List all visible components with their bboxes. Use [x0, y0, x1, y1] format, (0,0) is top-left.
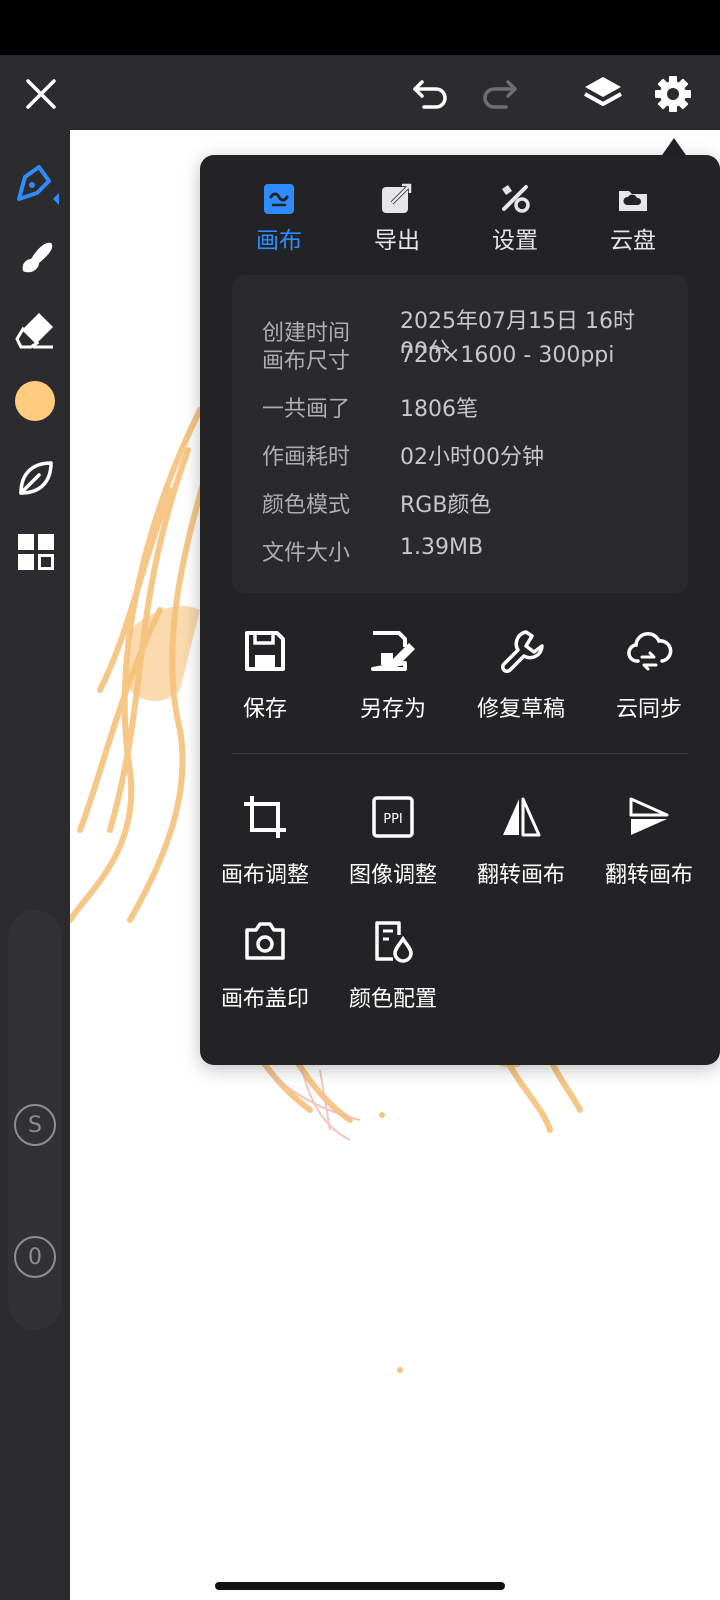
- layers-icon[interactable]: [580, 71, 626, 117]
- eraser-icon[interactable]: [12, 306, 60, 354]
- ppi-icon: PPI: [372, 796, 414, 838]
- info-value: 720×1600 - 300ppi: [400, 343, 615, 368]
- tab-settings[interactable]: 设置: [455, 173, 575, 263]
- action-label: 云同步: [615, 697, 682, 722]
- tab-cloud-drive[interactable]: 云盘: [573, 173, 693, 263]
- action-label: 翻转画布: [476, 863, 565, 888]
- flip-vertical-button[interactable]: 翻转画布: [584, 791, 714, 901]
- info-row-strokes: 一共画了 1806笔: [232, 391, 688, 431]
- repair-draft-button[interactable]: 修复草稿: [456, 625, 586, 735]
- cloud-sync-button[interactable]: 云同步: [584, 625, 714, 735]
- tab-canvas[interactable]: 画布: [219, 173, 339, 263]
- smudge-brush-icon[interactable]: [12, 232, 60, 280]
- tab-export[interactable]: 导出: [337, 173, 457, 263]
- undo-icon[interactable]: [410, 73, 452, 115]
- image-adjust-button[interactable]: PPI 图像调整: [328, 791, 458, 901]
- save-icon: [245, 631, 285, 671]
- tab-label: 导出: [374, 228, 420, 254]
- export-icon: [382, 183, 412, 213]
- svg-text:PPI: PPI: [383, 812, 403, 827]
- tab-label: 设置: [492, 228, 538, 254]
- save-button[interactable]: 保存: [200, 625, 330, 735]
- info-value: RGB颜色: [400, 493, 492, 518]
- info-row-created: 创建时间 2025年07月15日 16时00分: [232, 297, 688, 353]
- info-value: 1.39MB: [400, 535, 484, 560]
- canvas-info-panel: 画布 导出 设置 云盘 创建时间 2025年07月15日 16时00分 画布尺寸…: [200, 155, 720, 1065]
- save-as-icon: [371, 631, 415, 671]
- pen-tool-icon[interactable]: [12, 158, 60, 206]
- section-divider: [232, 753, 688, 754]
- crop-icon: [244, 796, 286, 838]
- opacity-indicator: 0: [14, 1236, 56, 1278]
- left-toolbar: S 0: [0, 130, 70, 1600]
- color-config-icon: [375, 921, 413, 963]
- info-key: 颜色模式: [262, 493, 351, 518]
- settings-tools-icon: [502, 185, 530, 213]
- tab-label: 画布: [256, 228, 302, 254]
- opacity-slider[interactable]: 0: [8, 1186, 62, 1306]
- action-label: 修复草稿: [476, 697, 565, 722]
- action-label: 画布盖印: [220, 987, 309, 1012]
- canvas-stamp-button[interactable]: 画布盖印: [200, 915, 330, 1025]
- action-label: 翻转画布: [604, 863, 693, 888]
- color-swatch[interactable]: [14, 380, 56, 422]
- info-row-color-mode: 颜色模式 RGB颜色: [232, 487, 688, 527]
- color-config-button[interactable]: 颜色配置: [328, 915, 458, 1025]
- cloud-sync-icon: [627, 632, 673, 671]
- info-value: 02小时00分钟: [400, 445, 544, 470]
- action-label: 画布调整: [220, 863, 309, 888]
- cloud-drive-icon: [619, 191, 647, 211]
- camera-icon: [245, 922, 285, 960]
- save-as-button[interactable]: 另存为: [328, 625, 458, 735]
- status-bar: [0, 0, 720, 55]
- top-toolbar: [0, 55, 720, 130]
- action-label: 图像调整: [348, 863, 437, 888]
- repair-wrench-icon: [501, 630, 544, 673]
- redo-icon[interactable]: [478, 73, 520, 115]
- info-value: 1806笔: [400, 397, 478, 422]
- tab-label: 云盘: [610, 228, 656, 254]
- action-label: 另存为: [359, 697, 426, 722]
- home-indicator[interactable]: [215, 1582, 505, 1590]
- canvas-icon: [264, 184, 294, 214]
- info-row-time: 作画耗时 02小时00分钟: [232, 439, 688, 479]
- canvas-adjust-button[interactable]: 画布调整: [200, 791, 330, 901]
- info-key: 画布尺寸: [262, 349, 351, 374]
- action-label: 颜色配置: [348, 987, 437, 1012]
- leaf-icon[interactable]: [12, 454, 60, 502]
- settings-gear-icon[interactable]: [650, 71, 696, 117]
- flip-vertical-icon: [629, 797, 669, 835]
- panel-tabs: 画布 导出 设置 云盘: [200, 155, 720, 275]
- info-key: 文件大小: [262, 541, 351, 566]
- close-icon[interactable]: [20, 73, 62, 115]
- info-row-size: 画布尺寸 720×1600 - 300ppi: [232, 343, 688, 383]
- info-key: 一共画了: [262, 397, 351, 422]
- canvas-info-card: 创建时间 2025年07月15日 16时00分 画布尺寸 720×1600 - …: [232, 275, 688, 593]
- flip-horizontal-icon: [503, 797, 541, 837]
- info-key: 作画耗时: [262, 445, 351, 470]
- flip-horizontal-button[interactable]: 翻转画布: [456, 791, 586, 901]
- grid-icon[interactable]: [12, 528, 60, 576]
- info-row-file-size: 文件大小 1.39MB: [232, 535, 688, 575]
- size-indicator: S: [14, 1104, 56, 1146]
- action-label: 保存: [242, 697, 287, 722]
